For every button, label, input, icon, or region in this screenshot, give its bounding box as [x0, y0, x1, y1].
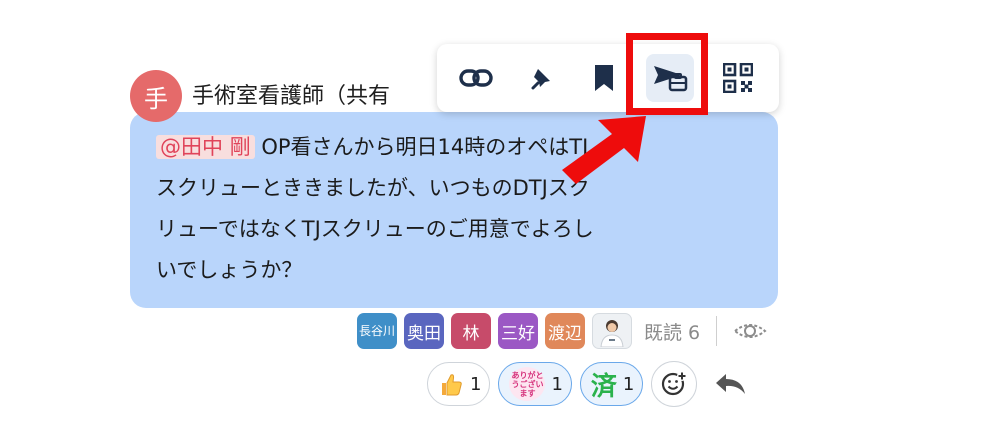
add-reaction-button[interactable] — [651, 361, 698, 407]
bookmark-icon — [595, 65, 613, 91]
forward-to-box-icon — [654, 66, 688, 92]
person-photo-icon — [600, 320, 624, 347]
qr-code-button[interactable] — [714, 54, 762, 102]
divider — [716, 316, 718, 346]
reactions-row: 1 ありがとうございます 1 済 1 — [427, 361, 751, 407]
read-count[interactable]: 既読 6 — [644, 318, 700, 345]
reader-avatar-photo[interactable] — [592, 313, 632, 349]
reply-button[interactable] — [711, 364, 751, 404]
read-receipts: 長谷川 奥田 林 三好 渡辺 既読 6 — [357, 313, 767, 349]
reader-avatar[interactable]: 奥田 — [404, 313, 444, 349]
mention-tag[interactable]: @田中 剛 — [156, 135, 255, 159]
message-bubble[interactable]: @田中 剛 OP看さんから明日14時のオペはTJ スクリューとききましたが、いつも… — [130, 112, 778, 308]
message-line-3: リューではなくTJスクリューのご用意でよろし — [156, 217, 594, 241]
reaction-thumbs-up[interactable]: 1 — [427, 362, 491, 406]
pin-button[interactable] — [519, 54, 567, 102]
bookmark-button[interactable] — [580, 54, 628, 102]
done-stamp-icon: 済 — [590, 371, 617, 402]
reaction-count: 1 — [551, 373, 563, 395]
reaction-count: 1 — [470, 373, 482, 395]
message-text: @田中 剛 OP看さんから明日14時のオペはTJ スクリューとききましたが、いつも… — [156, 127, 756, 291]
sender-name: 手術室看護師（共有 — [192, 84, 391, 109]
annotation-arrow-icon — [562, 116, 646, 184]
copy-link-button[interactable] — [452, 54, 500, 102]
reader-avatar[interactable]: 三好 — [498, 313, 538, 349]
chat-message-view: 手 手術室看護師（共有 @田中 剛 OP看さんから明日14時のオペはTJ スクリュ… — [0, 0, 999, 446]
sender-avatar[interactable]: 手 — [130, 70, 182, 122]
message-line-2: スクリューとききましたが、いつものDTJスク — [156, 176, 590, 200]
reader-avatar[interactable]: 長谷川 — [357, 313, 397, 349]
eye-icon[interactable] — [733, 318, 767, 344]
reader-avatar[interactable]: 渡辺 — [545, 313, 585, 349]
message-line-1: OP看さんから明日14時のオペはTJ — [254, 135, 589, 159]
thumbs-up-icon — [442, 374, 462, 396]
reaction-thank-you-stamp[interactable]: ありがとうございます 1 — [498, 362, 572, 406]
sender-avatar-char: 手 — [144, 84, 168, 113]
message-line-4: いでしょうか？ — [156, 258, 303, 282]
link-icon — [459, 69, 493, 87]
forward-to-box-button[interactable] — [646, 54, 694, 102]
reply-arrow-icon — [716, 374, 746, 394]
message-action-toolbar — [437, 44, 779, 112]
reaction-done-stamp[interactable]: 済 1 — [579, 362, 644, 406]
thank-you-stamp-icon: ありがとうございます — [509, 367, 546, 401]
pin-icon — [531, 69, 550, 90]
reader-avatar[interactable]: 林 — [451, 313, 491, 349]
add-emoji-icon — [662, 371, 688, 396]
reaction-count: 1 — [622, 373, 635, 395]
qr-code-icon — [723, 63, 753, 93]
